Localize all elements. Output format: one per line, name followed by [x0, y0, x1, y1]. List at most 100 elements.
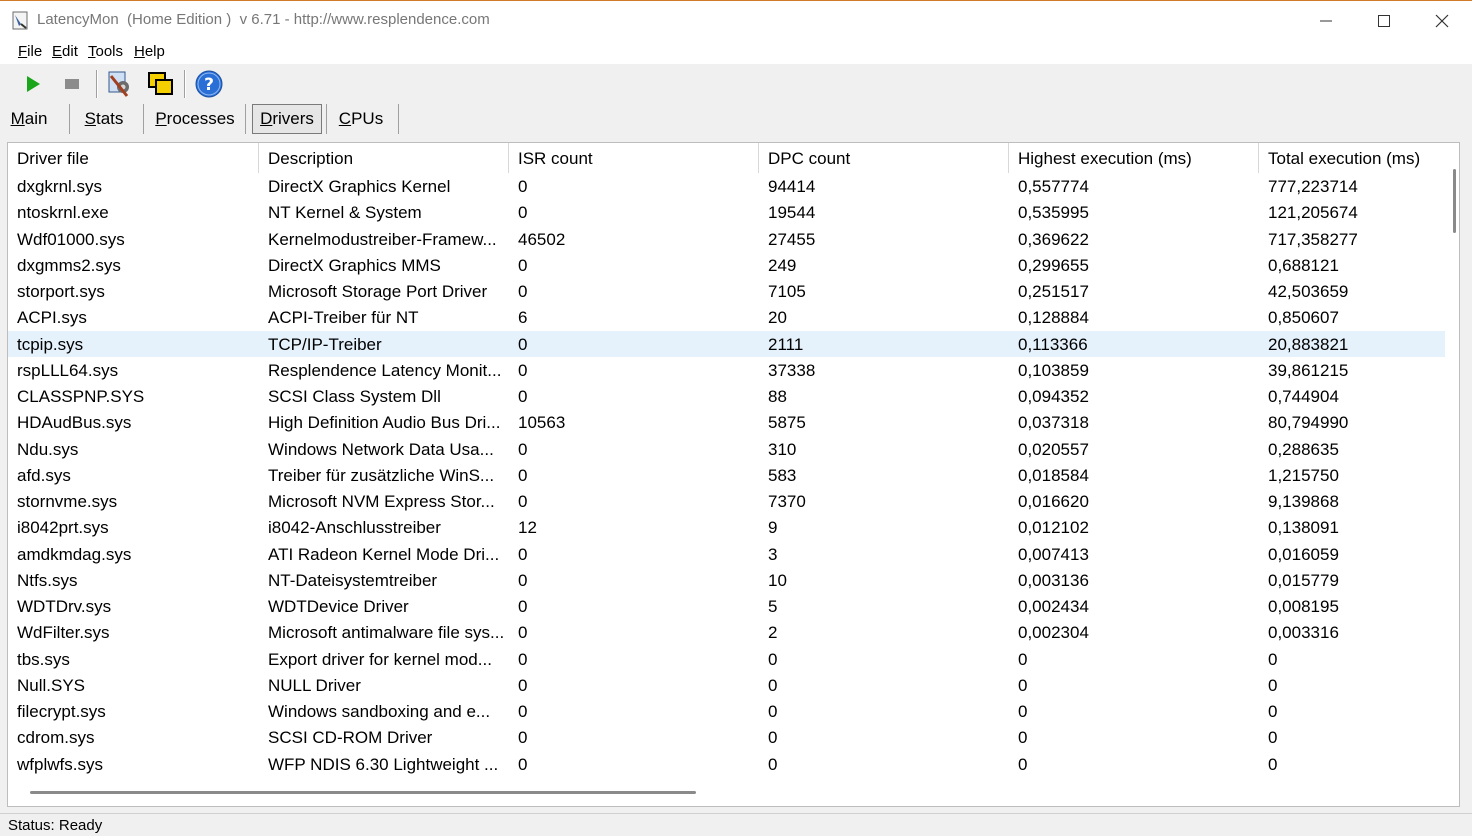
tab-main[interactable]: Main: [4, 104, 54, 134]
cell-driver-file: afd.sys: [17, 465, 71, 485]
cell-driver-file: tcpip.sys: [17, 334, 84, 354]
table-row[interactable]: wfplwfs.sys WFP NDIS 6.30 Lightweight ...…: [8, 751, 1445, 777]
cell-total-execution: 0: [1268, 649, 1278, 669]
table-row[interactable]: Wdf01000.sys Kernelmodustreiber-Framew...…: [8, 226, 1445, 252]
close-button[interactable]: [1413, 1, 1471, 41]
column-header-isr-count[interactable]: ISR count: [509, 143, 759, 173]
tab-processes[interactable]: Processes: [150, 104, 240, 134]
status-text: Status: Ready: [8, 817, 103, 834]
minimize-button[interactable]: [1297, 1, 1355, 41]
menu-edit[interactable]: Edit: [52, 43, 78, 60]
table-row[interactable]: storport.sys Microsoft Storage Port Drive…: [8, 278, 1445, 304]
cell-highest-execution: 0,016620: [1018, 492, 1089, 511]
tab-processes-label: rocesses: [166, 109, 235, 128]
cell-highest-execution: 0,003136: [1018, 570, 1089, 590]
cell-dpc-count: 0: [768, 675, 778, 695]
table-row[interactable]: filecrypt.sys Windows sandboxing and e...…: [8, 698, 1445, 724]
horizontal-scrollbar-thumb[interactable]: [30, 791, 696, 794]
menu-file-label: ile: [27, 43, 43, 60]
table-row[interactable]: dxgkrnl.sys DirectX Graphics Kernel 0 94414…: [8, 173, 1445, 199]
table-row[interactable]: dxgmms2.sys DirectX Graphics MMS 0 249 0,299…: [8, 252, 1445, 278]
column-header-highest-execution[interactable]: Highest execution (ms): [1009, 143, 1259, 173]
cell-description: SCSI Class System Dll: [268, 387, 441, 406]
cell-highest-execution: 0: [1018, 754, 1028, 774]
cell-highest-execution: 0,094352: [1018, 387, 1089, 406]
options-button[interactable]: [103, 68, 137, 100]
tab-cpus[interactable]: CPUs: [333, 104, 389, 134]
menu-help-accel: H: [134, 43, 145, 60]
toolbar: ?: [0, 64, 1472, 102]
table-row[interactable]: rspLLL64.sys Resplendence Latency Monit..…: [8, 357, 1445, 383]
cell-highest-execution: 0,018584: [1018, 465, 1089, 485]
table-row[interactable]: CLASSPNP.SYS SCSI Class System Dll 0 88 0,09…: [8, 383, 1445, 409]
cell-total-execution: 0,138091: [1268, 518, 1339, 538]
tab-stats-accel: S: [84, 109, 96, 128]
tab-drivers[interactable]: Drivers: [252, 104, 322, 134]
cell-dpc-count: 0: [768, 728, 778, 748]
menu-tools[interactable]: Tools: [88, 43, 123, 60]
vertical-scrollbar[interactable]: [1448, 165, 1459, 783]
table-row[interactable]: ntoskrnl.exe NT Kernel & System 0 19544 0,53…: [8, 199, 1445, 225]
cell-dpc-count: 310: [768, 439, 797, 459]
table-row[interactable]: HDAudBus.sys High Definition Audio Bus Dr…: [8, 409, 1445, 435]
table-row[interactable]: Ndu.sys Windows Network Data Usa... 0 310 0,…: [8, 436, 1445, 462]
table-row[interactable]: Ntfs.sys NT-Dateisystemtreiber 0 10 0,003136…: [8, 567, 1445, 593]
cell-highest-execution: 0,103859: [1018, 360, 1089, 380]
table-row[interactable]: afd.sys Treiber für zusätzliche WinS... 0 5…: [8, 462, 1445, 488]
table-row[interactable]: i8042prt.sys i8042-Anschlusstreiber 12 9 0,0…: [8, 514, 1445, 540]
cell-total-execution: 80,794990: [1268, 413, 1349, 433]
menu-file[interactable]: File: [18, 43, 42, 60]
cell-driver-file: cdrom.sys: [17, 728, 95, 748]
table-row[interactable]: tbs.sys Export driver for kernel mod... 0 0…: [8, 646, 1445, 672]
cell-highest-execution: 0: [1018, 728, 1028, 748]
cell-dpc-count: 0: [768, 702, 778, 721]
maximize-icon: [1378, 15, 1390, 27]
cell-total-execution: 717,358277: [1268, 229, 1358, 249]
maximize-button[interactable]: [1355, 1, 1413, 41]
cell-description: Export driver for kernel mod...: [268, 649, 492, 669]
tab-separator: [398, 104, 399, 134]
cell-driver-file: HDAudBus.sys: [17, 413, 132, 433]
tab-drivers-label: rivers: [272, 109, 314, 128]
window-title: LatencyMon (Home Edition ) v 6.71 - http…: [37, 11, 490, 28]
cell-driver-file: WDTDrv.sys: [17, 597, 112, 616]
column-header-description[interactable]: Description: [259, 143, 509, 173]
tab-separator: [245, 104, 246, 134]
cell-highest-execution: 0,369622: [1018, 229, 1089, 249]
cell-isr-count: 0: [518, 702, 528, 721]
tab-stats[interactable]: Stats: [78, 104, 130, 134]
table-row[interactable]: cdrom.sys SCSI CD-ROM Driver 0 0 0 0: [8, 724, 1445, 750]
cell-isr-count: 0: [518, 203, 528, 223]
cell-description: NT-Dateisystemtreiber: [268, 570, 438, 590]
column-header-dpc-count[interactable]: DPC count: [759, 143, 1009, 173]
latencymon-app-icon: [12, 11, 30, 31]
cell-highest-execution: 0,037318: [1018, 413, 1089, 433]
start-button[interactable]: [16, 68, 50, 100]
cell-driver-file: Wdf01000.sys: [17, 229, 125, 249]
table-row[interactable]: ACPI.sys ACPI-Treiber für NT 6 20 0,128884 0,…: [8, 304, 1445, 330]
vertical-scrollbar-thumb[interactable]: [1453, 169, 1456, 233]
table-row[interactable]: WDTDrv.sys WDTDevice Driver 0 5 0,002434 0,00…: [8, 593, 1445, 619]
table-row[interactable]: WdFilter.sys Microsoft antimalware file s…: [8, 619, 1445, 645]
cell-isr-count: 0: [518, 675, 528, 695]
cell-driver-file: ntoskrnl.exe: [17, 203, 109, 223]
copy-window-button[interactable]: [144, 68, 178, 100]
menu-help[interactable]: Help: [134, 43, 165, 60]
horizontal-scrollbar[interactable]: [8, 783, 1459, 806]
cell-description: Resplendence Latency Monit...: [268, 360, 502, 380]
column-header-total-execution[interactable]: Total execution (ms): [1259, 143, 1448, 173]
table-row[interactable]: Null.SYS NULL Driver 0 0 0 0: [8, 672, 1445, 698]
table-row[interactable]: amdkmdag.sys ATI Radeon Kernel Mode Dri..…: [8, 541, 1445, 567]
column-header-driver-file[interactable]: Driver file: [8, 143, 259, 173]
cell-description: NT Kernel & System: [268, 203, 422, 223]
table-row[interactable]: stornvme.sys Microsoft NVM Express Stor..…: [8, 488, 1445, 514]
table-row[interactable]: tcpip.sys TCP/IP-Treiber 0 2111 0,113366 20,8…: [8, 330, 1445, 357]
cell-description: Windows Network Data Usa...: [268, 439, 494, 459]
cell-total-execution: 777,223714: [1268, 177, 1358, 196]
cell-isr-count: 0: [518, 544, 528, 564]
cell-dpc-count: 2: [768, 623, 778, 643]
menu-help-label: elp: [144, 43, 165, 60]
help-button[interactable]: ?: [192, 68, 226, 100]
cell-description: Kernelmodustreiber-Framew...: [268, 229, 497, 249]
stop-button[interactable]: [55, 68, 89, 100]
